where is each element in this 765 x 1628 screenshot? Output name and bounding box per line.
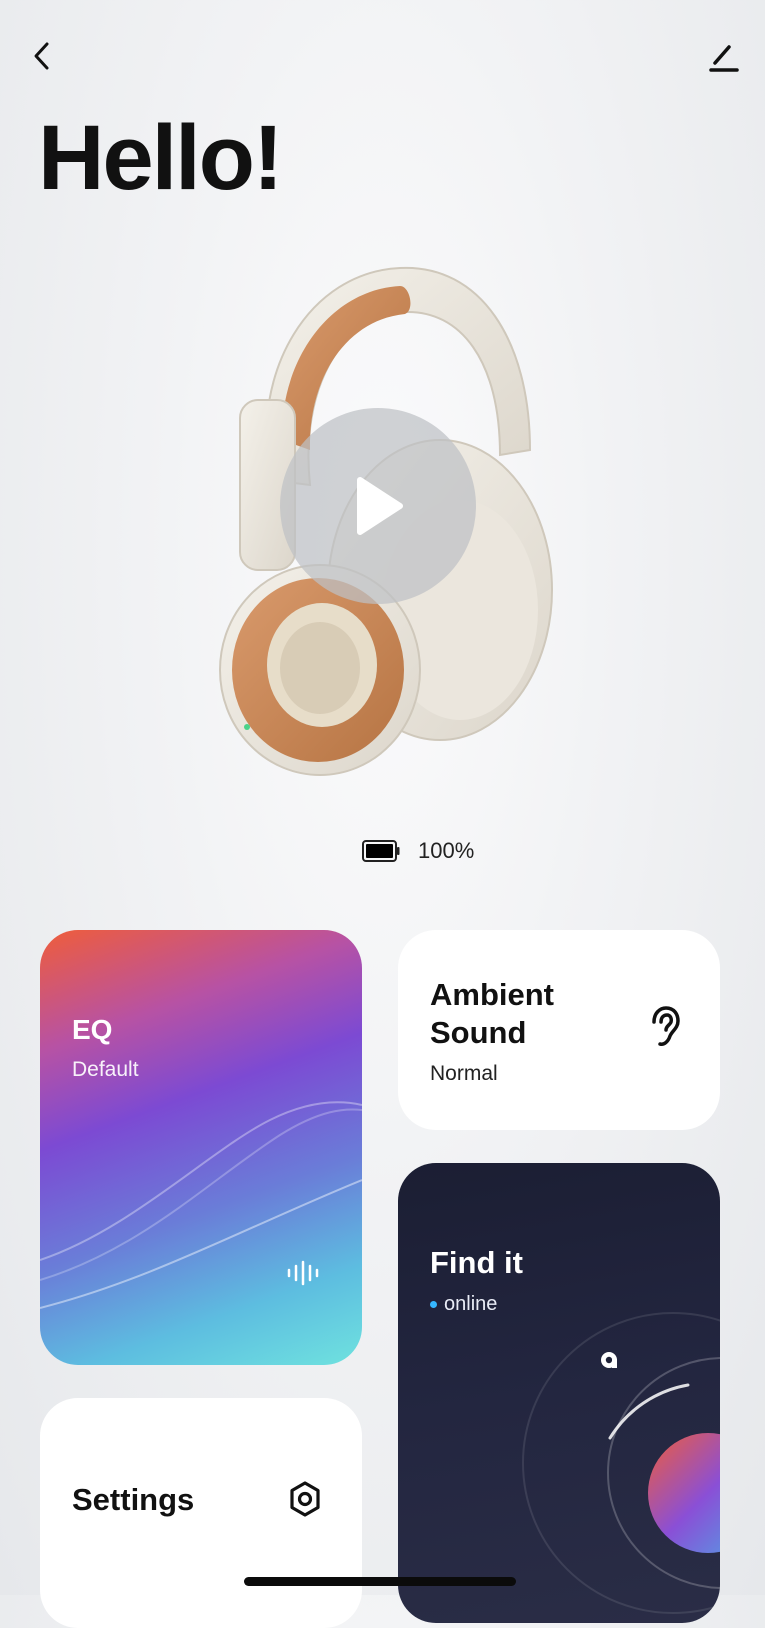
eq-preset: Default [72, 1058, 139, 1081]
eq-card[interactable]: EQ Default [40, 930, 362, 1365]
edit-button[interactable] [703, 36, 743, 76]
settings-title: Settings [72, 1482, 195, 1517]
settings-ring-icon [290, 1481, 320, 1517]
ambient-sound-card[interactable]: Ambient Sound Normal [398, 930, 720, 1130]
find-it-card[interactable]: Find it online [398, 1163, 720, 1623]
battery-status: 100% [362, 838, 474, 864]
back-button[interactable] [22, 36, 62, 76]
play-icon [357, 477, 403, 535]
battery-level: 100% [418, 838, 475, 863]
find-it-title: Find it [430, 1245, 523, 1280]
ear-icon [652, 1006, 680, 1046]
eq-wave-decoration [40, 1101, 362, 1309]
pencil-icon [709, 45, 739, 72]
device-status: online [430, 1293, 497, 1316]
page-title: Hello! [38, 107, 284, 209]
chevron-left-icon [34, 42, 49, 70]
device-status-label: online [444, 1293, 498, 1315]
ambient-sound-mode: Normal [430, 1062, 498, 1085]
radar-decoration [522, 1312, 720, 1614]
home-indicator [244, 1577, 516, 1586]
ambient-sound-title: Ambient Sound [430, 977, 554, 1050]
location-pin-icon [601, 1352, 617, 1368]
eq-title: EQ [72, 1014, 113, 1045]
online-status-dot [430, 1301, 437, 1308]
play-video-button[interactable] [280, 408, 476, 604]
battery-full-icon [362, 840, 400, 862]
settings-card[interactable]: Settings [40, 1398, 362, 1628]
equalizer-bars-icon [287, 1260, 319, 1286]
